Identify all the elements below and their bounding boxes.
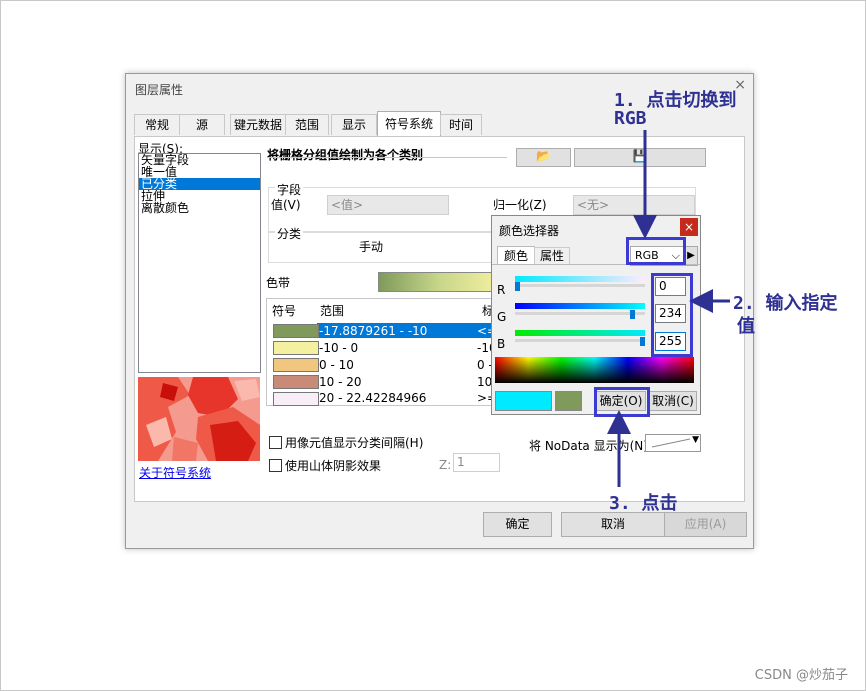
annotation-step3: 3. 点击 [609, 493, 678, 514]
annotation-step1-line2: RGB [614, 108, 647, 129]
watermark: CSDN @炒茄子 [754, 668, 848, 683]
annotation-step2-line2: 值 [737, 316, 755, 337]
